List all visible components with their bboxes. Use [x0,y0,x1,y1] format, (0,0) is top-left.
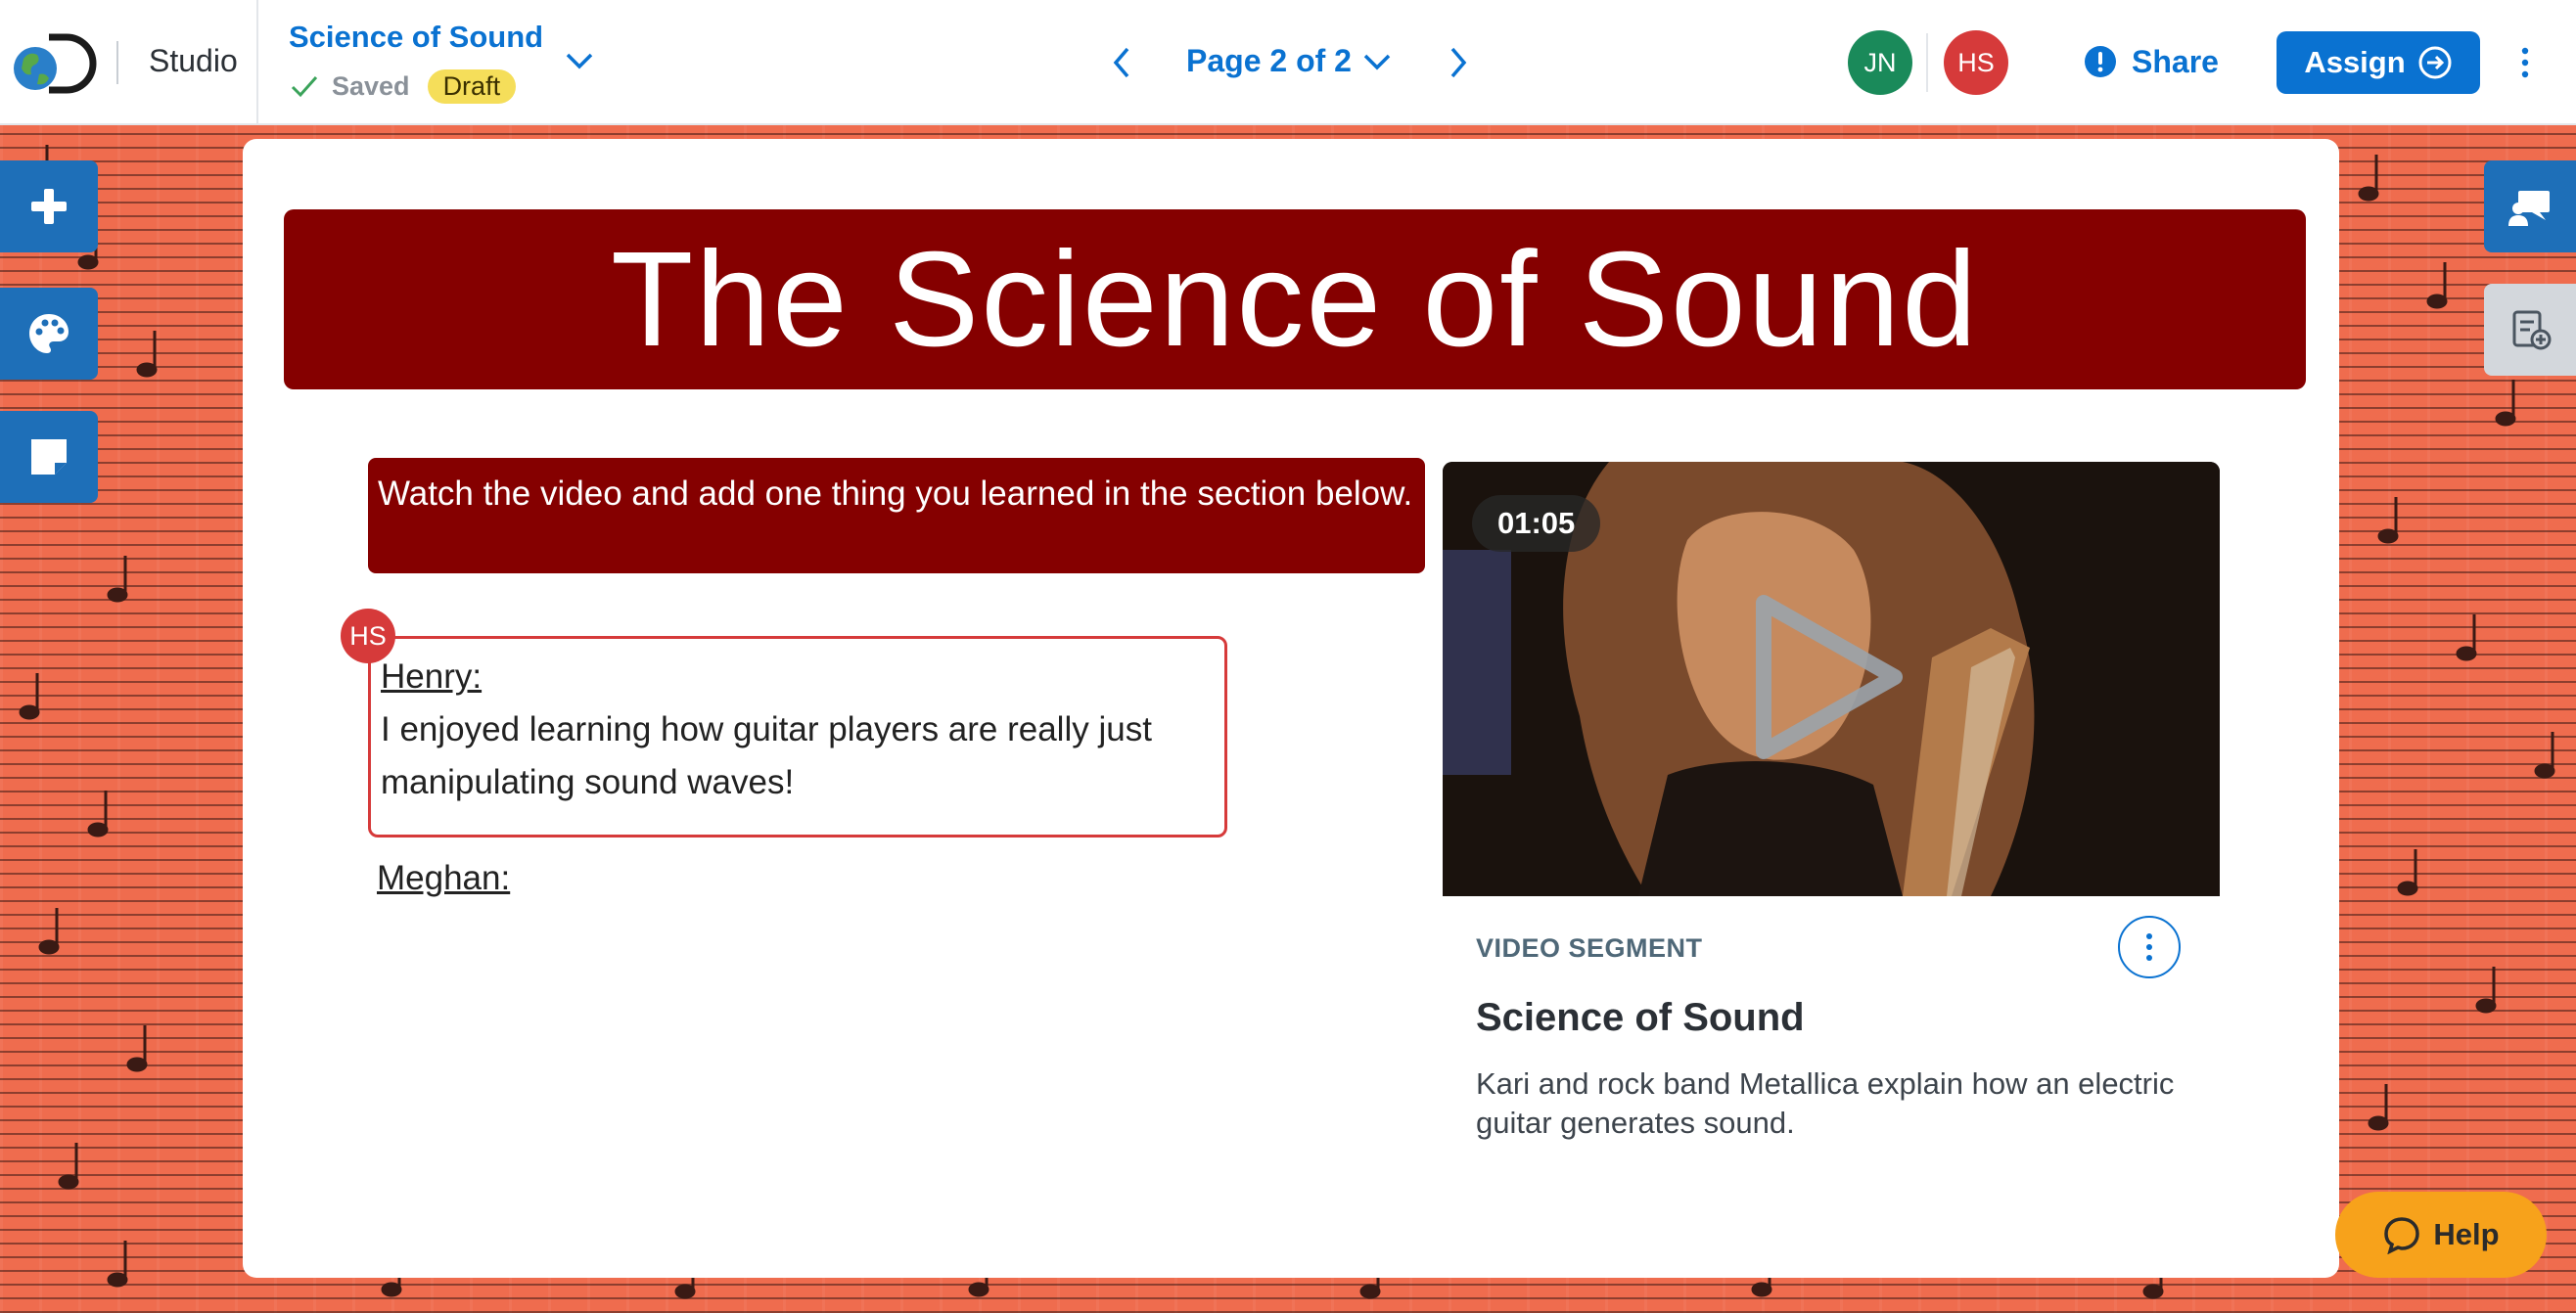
response-text: I enjoyed learning how guitar players ar… [381,710,1152,801]
save-status: Saved Draft [289,67,517,106]
video-more-options-button[interactable] [2118,916,2181,978]
play-icon[interactable] [1746,589,1912,765]
assign-button[interactable]: Assign [2277,31,2480,94]
palette-icon [29,314,69,353]
saved-label: Saved [332,70,410,101]
assign-label: Assign [2304,45,2406,79]
response-card-henry[interactable]: Henry: I enjoyed learning how guitar pla… [368,636,1227,838]
more-options-icon[interactable] [2519,43,2531,82]
plus-icon [31,189,67,224]
chat-bubble-icon [2384,1217,2420,1254]
comments-icon [2508,191,2550,226]
page-indicator[interactable]: Page 2 of 2 [1186,43,1352,79]
share-button[interactable]: Share [2083,37,2219,86]
help-label: Help [2433,1217,2500,1251]
standards-panel-button[interactable] [2484,284,2576,376]
logo-divider [116,41,118,84]
alert-icon [2085,46,2116,77]
previous-page-button[interactable] [1108,43,1135,82]
add-content-button[interactable] [0,160,98,252]
banner-title: The Science of Sound [611,223,1979,375]
response-name-meghan[interactable]: Meghan: [377,859,510,898]
page-canvas: The Science of Sound Watch the video and… [243,139,2339,1278]
video-title[interactable]: Science of Sound [1476,996,1805,1040]
sticky-note-icon [31,439,67,475]
title-banner[interactable]: The Science of Sound [284,209,2306,389]
video-description: Kari and rock band Metallica explain how… [1476,1066,2175,1140]
more-vertical-icon [2146,933,2152,961]
sticky-note-button[interactable] [0,411,98,503]
theme-button[interactable] [0,288,98,380]
share-label: Share [2132,43,2219,79]
video-segment-label: VIDEO SEGMENT [1476,933,1703,963]
discovery-logo[interactable] [10,29,104,98]
header-separator [256,0,258,125]
top-bar: Studio Science of Sound Saved Draft Page… [0,0,2576,125]
app-name: Studio [149,43,238,78]
page-chevron-down-icon[interactable] [1360,45,1394,78]
standards-icon [2512,310,2552,350]
comments-panel-button[interactable] [2484,160,2576,252]
avatar-divider [1926,33,1928,92]
check-icon [291,76,318,98]
arrow-right-circle-icon [2418,46,2452,79]
next-page-button[interactable] [1445,43,1472,82]
response-author-avatar: HS [341,609,395,663]
video-duration: 01:05 [1472,495,1601,552]
instructions-box[interactable]: Watch the video and add one thing you le… [368,458,1425,573]
avatar-hs[interactable]: HS [1944,30,2008,95]
help-button[interactable]: Help [2335,1192,2547,1278]
chevron-down-icon[interactable] [562,43,597,78]
avatar-jn[interactable]: JN [1848,30,1912,95]
response-author-name: Henry: [381,657,483,696]
document-title[interactable]: Science of Sound [289,20,543,55]
draft-badge: Draft [427,68,517,104]
video-player[interactable]: 01:05 [1443,462,2220,896]
